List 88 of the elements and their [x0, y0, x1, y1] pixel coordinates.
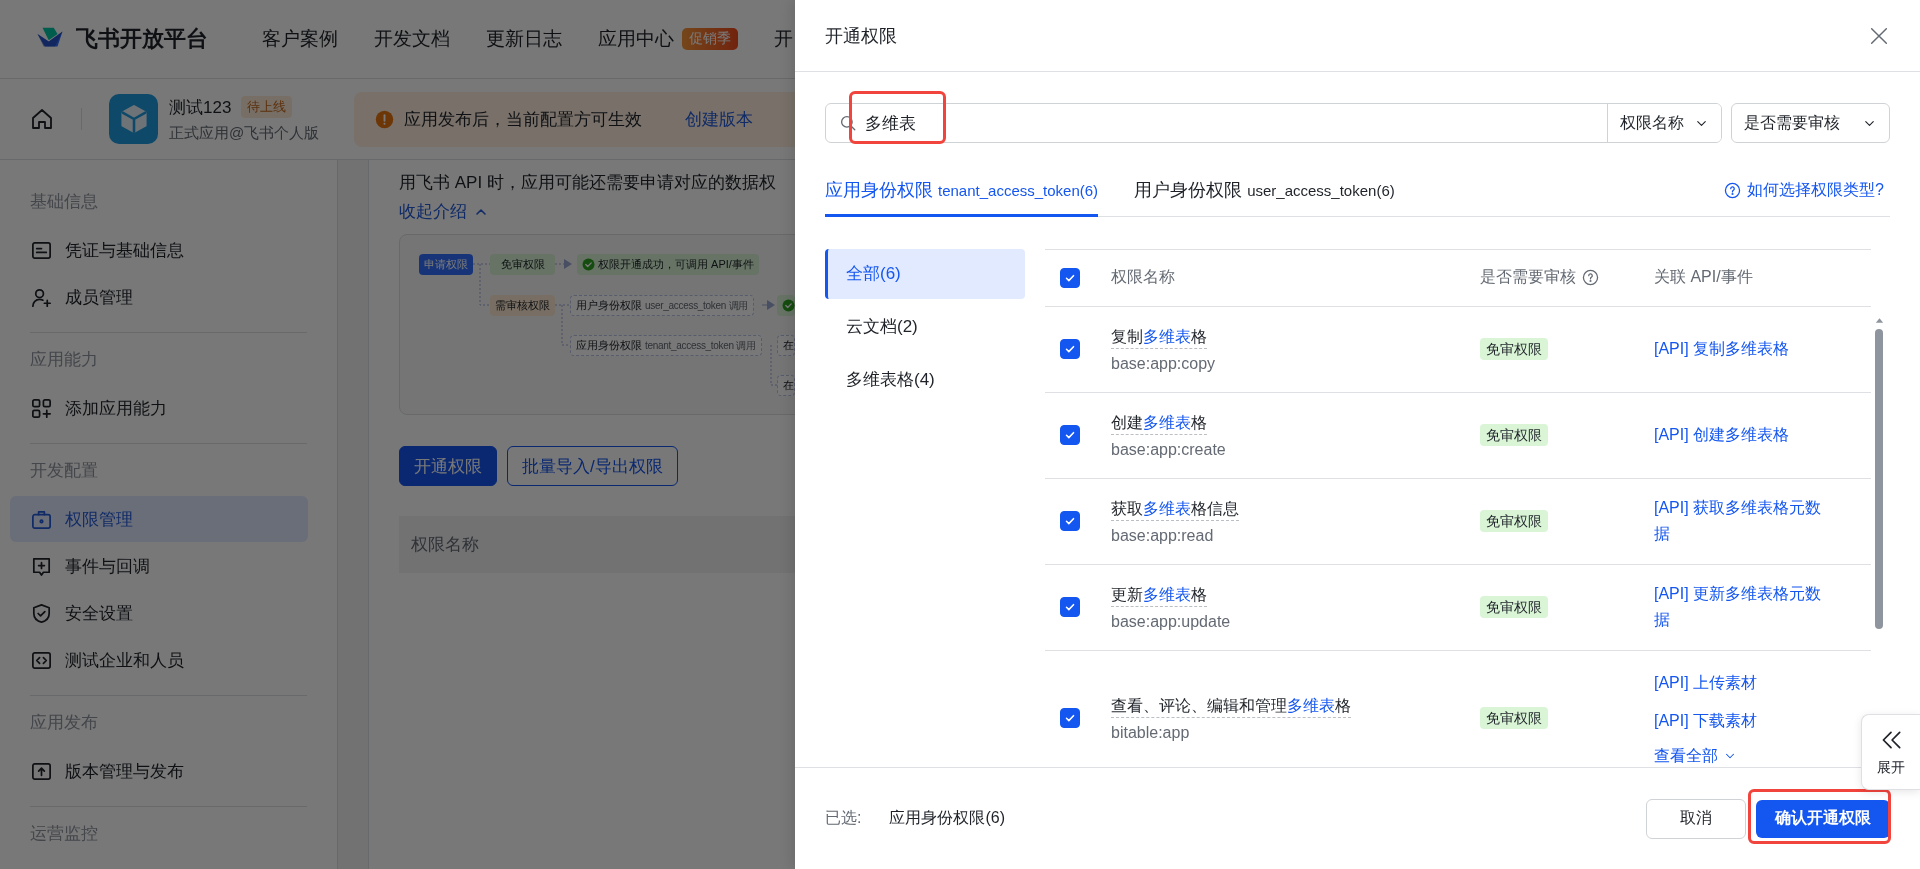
sidebar-item[interactable]: 安全设置	[10, 590, 308, 636]
flow-node: 在	[777, 335, 795, 356]
flow-node: 免审权限	[490, 254, 555, 275]
logo-text: 飞书开放平台	[76, 25, 208, 53]
category-item[interactable]: 全部(6)	[825, 248, 1025, 299]
permission-name: 查看、评论、编辑和管理多维表格	[1111, 694, 1351, 718]
nav-link[interactable]: 客户案例	[262, 26, 338, 52]
api-link[interactable]: [API] 更新多维表格元数据	[1654, 581, 1829, 634]
api-link[interactable]: [API] 上传素材	[1654, 669, 1758, 696]
permission-name: 获取多维表格信息	[1111, 497, 1239, 521]
permission-code: bitable:app	[1111, 723, 1190, 742]
flow-node: 在	[777, 375, 795, 396]
enable-permission-button[interactable]: 开通权限	[399, 446, 497, 486]
column-header: 关联 API/事件	[1654, 267, 1753, 288]
flow-node: 需审核权限	[490, 295, 555, 316]
review-tag: 免审权限	[1480, 337, 1548, 360]
review-tag: 免审权限	[1480, 509, 1548, 532]
selected-value: 应用身份权限(6)	[889, 808, 1005, 828]
nav-link[interactable]: 开发文档	[374, 26, 450, 52]
category-item[interactable]: 多维表格(4)	[825, 354, 1025, 405]
shield-icon	[30, 601, 53, 625]
column-header: 权限名称	[411, 534, 479, 556]
expand-button[interactable]: 展开	[1861, 714, 1920, 790]
arrow	[554, 259, 572, 269]
checkbox[interactable]	[1060, 597, 1080, 618]
sidebar-item[interactable]: 添加应用能力	[10, 385, 308, 431]
connector-line	[770, 344, 778, 386]
checkbox[interactable]	[1060, 267, 1080, 288]
arrow	[761, 300, 775, 310]
category-item[interactable]: 云文档(2)	[825, 301, 1025, 352]
help-icon	[1724, 181, 1742, 199]
sidebar-item[interactable]: 凭证与基础信息	[10, 227, 308, 273]
check-circle-icon	[582, 258, 595, 271]
help-icon	[1582, 269, 1599, 287]
api-link[interactable]: [API] 下载素材	[1654, 707, 1758, 734]
permission-name: 更新多维表格	[1111, 583, 1207, 607]
checkbox[interactable]	[1060, 708, 1080, 729]
tab[interactable]: 应用身份权限 tenant_access_token(6)	[825, 177, 1099, 217]
nav-link[interactable]: 更新日志	[486, 26, 562, 52]
permission-code: base:app:update	[1111, 612, 1231, 631]
intro-text: 用飞书 API 时，应用可能还需要申请对应的数据权	[399, 172, 777, 194]
flow-node: 用户身份权限 user_access_token 调用	[570, 295, 754, 316]
sidebar-item[interactable]: 成员管理	[10, 274, 308, 320]
permission-name: 创建多维表格	[1111, 411, 1207, 435]
checkbox[interactable]	[1060, 425, 1080, 446]
promo-badge: 促销季	[682, 28, 738, 50]
notice-text: 应用发布后，当前配置方可生效	[404, 108, 643, 131]
permission-code: base:app:copy	[1111, 354, 1216, 373]
drawer-title: 开通权限	[825, 24, 897, 48]
collapse-link[interactable]: 收起介绍	[399, 200, 489, 223]
cancel-button[interactable]: 取消	[1646, 798, 1746, 839]
selected-label: 已选:	[825, 808, 862, 828]
sidebar-item[interactable]: 测试企业和人员	[10, 637, 308, 683]
column-header: 是否需要审核	[1480, 267, 1576, 288]
filter-dropdown[interactable]: 是否需要审核	[1731, 103, 1890, 143]
app-type: 正式应用@飞书个人版	[169, 123, 320, 143]
nav-link[interactable]: 应用中心 促销季	[598, 26, 738, 52]
status-badge: 待上线	[241, 96, 293, 118]
flow-node: 权限开通成功，可调用 API/事件	[577, 254, 759, 275]
sidebar-item[interactable]: 事件与回调	[10, 543, 308, 589]
warning-icon	[375, 109, 395, 129]
review-tag: 免审权限	[1480, 423, 1548, 446]
apps-add-icon	[30, 396, 53, 420]
search-field[interactable]: 多维表 权限名称	[825, 103, 1722, 143]
api-link[interactable]: [API] 复制多维表格	[1654, 336, 1790, 363]
column-header: 权限名称	[1111, 267, 1175, 288]
flow-node: 申请权限	[419, 254, 473, 275]
checkbox[interactable]	[1060, 339, 1080, 360]
filter-dropdown[interactable]: 权限名称	[1607, 104, 1721, 142]
permission-code: base:app:read	[1111, 526, 1214, 545]
sidebar-item[interactable]: 版本管理与发布	[10, 748, 308, 794]
search-icon	[839, 114, 857, 132]
show-all-link[interactable]: 查看全部	[1654, 745, 1737, 767]
permission-code: base:app:create	[1111, 440, 1226, 459]
home-icon[interactable]	[30, 107, 54, 131]
api-link[interactable]: [API] 创建多维表格	[1654, 422, 1790, 449]
app-name: 测试123	[169, 96, 232, 119]
checkbox[interactable]	[1060, 511, 1080, 532]
nav-link[interactable]: 开	[774, 26, 793, 52]
review-tag: 免审权限	[1480, 595, 1548, 618]
confirm-button[interactable]: 确认开通权限	[1756, 799, 1890, 838]
flow-node: 应用身份权限 tenant_access_token 调用	[570, 335, 762, 356]
import-export-button[interactable]: 批量导入/导出权限	[507, 446, 678, 486]
help-link[interactable]: 如何选择权限类型?	[1718, 178, 1890, 216]
permission-name: 复制多维表格	[1111, 325, 1207, 349]
tab[interactable]: 用户身份权限 user_access_token(6)	[1134, 177, 1395, 217]
review-tag: 免审权限	[1480, 706, 1548, 729]
api-link[interactable]: [API] 获取多维表格元数据	[1654, 495, 1829, 548]
